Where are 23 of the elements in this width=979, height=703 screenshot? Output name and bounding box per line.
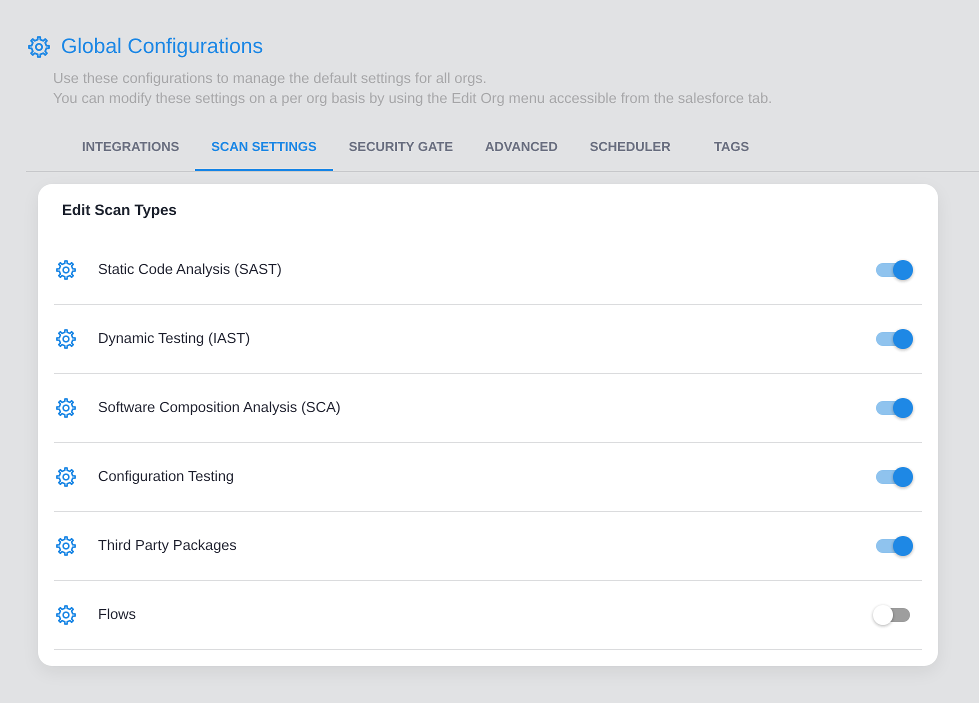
scan-type-label: Flows	[98, 607, 137, 623]
gear-icon	[56, 398, 76, 418]
page-title: Global Configurations	[61, 35, 263, 59]
scan-type-label: Third Party Packages	[98, 538, 238, 554]
gear-icon	[56, 260, 76, 280]
scan-type-label: Dynamic Testing (IAST)	[98, 331, 252, 347]
tab[interactable]: ADVANCED	[469, 123, 574, 171]
card-title: Edit Scan Types	[62, 201, 178, 221]
gear-icon	[56, 467, 76, 487]
description-text: You can modify these settings on a per org basis by using the Edit Org menu accessible from the salesforce tab.	[53, 90, 774, 109]
tab[interactable]: SCAN SETTINGS	[195, 123, 333, 171]
gear-icon	[56, 605, 76, 625]
scan-type-label: Static Code Analysis (SAST)	[98, 262, 283, 278]
scan-type-label: Configuration Testing	[98, 469, 235, 485]
tab[interactable]: TAGS	[686, 123, 777, 171]
gear-icon	[28, 36, 50, 58]
tab[interactable]: INTEGRATIONS	[66, 123, 196, 171]
gear-icon	[56, 329, 76, 349]
tab[interactable]: SCHEDULER	[574, 123, 687, 171]
description-text: Use these configurations to manage the default settings for all orgs.	[53, 70, 488, 89]
scan-type-label: Software Composition Analysis (SCA)	[98, 400, 342, 416]
gear-icon	[56, 536, 76, 556]
tab[interactable]: SECURITY GATE	[332, 123, 469, 171]
